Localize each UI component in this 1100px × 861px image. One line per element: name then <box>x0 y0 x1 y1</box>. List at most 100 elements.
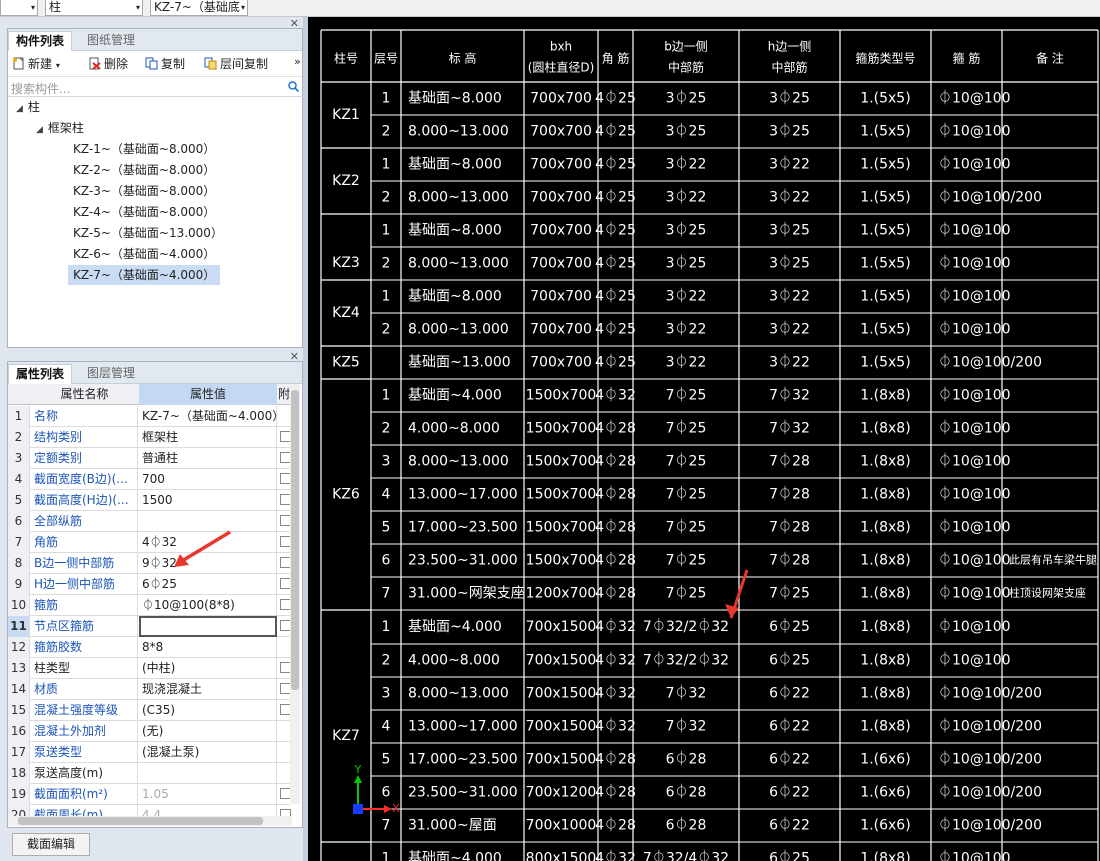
property-row[interactable]: 18 泵送高度(m) <box>8 763 290 784</box>
property-value[interactable] <box>139 763 277 784</box>
table-cell: 7⏀32 <box>666 685 707 702</box>
table-cell: ⏀10@100 <box>938 123 1011 140</box>
property-value[interactable]: 1500 <box>139 490 277 511</box>
property-row[interactable]: 4 截面宽度(B边)(... 700 <box>8 469 291 490</box>
table-cell: 7⏀25 <box>666 552 707 569</box>
property-value[interactable]: 8*8 <box>139 637 277 658</box>
property-row[interactable]: 9 H边一侧中部筋 6⏀25 <box>8 574 291 595</box>
property-row[interactable]: 16 混凝土外加剂 (无) <box>8 721 290 742</box>
table-cell: 4 <box>382 719 391 735</box>
property-row[interactable]: 13 柱类型 (中柱) <box>8 658 291 679</box>
table-cell: 4⏀32 <box>595 850 636 861</box>
property-value[interactable] <box>139 616 277 637</box>
property-value[interactable]: KZ-7~（基础面~4.000） <box>139 406 277 427</box>
property-row[interactable]: 3 定额类别 普通柱 <box>8 448 291 469</box>
header-property-name: 属性名称 <box>60 387 109 401</box>
search-icon[interactable] <box>288 81 299 92</box>
collapse-triangle-icon[interactable]: ◢ <box>16 99 23 119</box>
tree-item[interactable]: KZ-3~（基础面~8.000） <box>73 181 215 201</box>
property-value[interactable]: 框架柱 <box>139 427 277 448</box>
floor-copy-button[interactable]: 层间复制 <box>204 55 268 72</box>
table-cell: 5 <box>382 520 391 536</box>
table-cell: 4⏀28 <box>595 453 636 470</box>
tree-item[interactable]: KZ-4~（基础面~8.000） <box>73 202 215 222</box>
table-cell: 700x700 <box>530 124 592 140</box>
table-cell: 1500x700 <box>526 421 597 437</box>
table-cell: 1 <box>382 157 391 173</box>
property-row[interactable]: 17 泵送类型 (混凝土泵) <box>8 742 290 763</box>
table-cell: 柱顶设网架支座 <box>1009 586 1086 600</box>
table-cell: 4⏀32 <box>595 387 636 404</box>
table-cell: 7⏀25 <box>666 585 707 602</box>
table-cell: 1.(5x5) <box>860 91 910 107</box>
table-cell: 1200x700 <box>526 586 597 602</box>
table-header-cell: 箍筋类型号 <box>855 51 915 66</box>
floor-combo[interactable]: ▾ <box>0 0 38 16</box>
more-tools-button[interactable]: » <box>294 55 301 68</box>
cad-drawing-canvas[interactable]: 柱号 层号 标 高 bxh (圆柱直径D) 角 筋 b边一侧 中部筋 h边一侧 中部筋 箍筋类型号 箍… <box>308 17 1100 861</box>
property-row[interactable]: 12 箍筋胶数 8*8 <box>8 637 290 658</box>
property-row[interactable]: 14 材质 现浇混凝土 <box>8 679 291 700</box>
table-cell: ⏀10@100/200 <box>938 817 1042 834</box>
property-value[interactable]: 普通柱 <box>139 448 277 469</box>
tree-item[interactable]: KZ-2~（基础面~8.000） <box>73 160 215 180</box>
tree-node-column[interactable]: ◢ 柱 <box>16 97 40 117</box>
property-scrollbar[interactable] <box>290 384 300 804</box>
property-value[interactable]: 现浇混凝土 <box>139 679 277 700</box>
property-row[interactable]: 15 混凝土强度等级 (C35) <box>8 700 291 721</box>
tab-property-list[interactable]: 属性列表 <box>8 364 73 384</box>
tab-drawing-manage[interactable]: 图纸管理 <box>80 31 142 51</box>
tree-item[interactable]: KZ-5~（基础面~13.000） <box>73 223 223 243</box>
property-row[interactable]: 10 箍筋 ⏀10@100(8*8) <box>8 595 291 616</box>
copy-button[interactable]: 复制 <box>145 55 185 72</box>
property-value[interactable]: 6⏀25 <box>139 574 277 595</box>
search-box[interactable]: 搜索构件... <box>8 78 304 97</box>
property-row[interactable]: 6 全部纵筋 <box>8 511 291 532</box>
property-name: 泵送类型 <box>31 742 138 763</box>
table-cell: 800x1500 <box>526 851 597 861</box>
property-value[interactable]: 1.05 <box>139 784 277 805</box>
property-value[interactable]: (C35) <box>139 700 277 721</box>
property-value[interactable]: (混凝土泵) <box>139 742 277 763</box>
tree-node-frame-column[interactable]: ◢ 框架柱 <box>36 118 84 138</box>
property-value[interactable]: 700 <box>139 469 277 490</box>
table-cell: 1500x700 <box>526 553 597 569</box>
element-type-combo[interactable]: 柱 ▾ <box>45 0 143 16</box>
tree-item[interactable]: KZ-1~（基础面~8.000） <box>73 139 215 159</box>
property-row[interactable]: 5 截面高度(H边)(... 1500 <box>8 490 291 511</box>
property-row[interactable]: 8 B边一侧中部筋 9⏀32 <box>8 553 291 574</box>
copy-icon <box>145 57 158 70</box>
scroll-thumb[interactable] <box>18 817 263 825</box>
tree-item[interactable]: KZ-6~（基础面~4.000） <box>73 244 215 264</box>
column-id-label: KZ5 <box>332 355 360 371</box>
property-row[interactable]: 19 截面面积(m²) 1.05 <box>8 784 291 805</box>
table-cell: 700x1500 <box>526 719 597 735</box>
table-cell: 4⏀25 <box>595 354 636 371</box>
chevron-down-icon: ▾ <box>30 3 35 12</box>
new-button[interactable]: 新建 ▾ <box>12 55 60 72</box>
table-cell: 1.(8x8) <box>860 553 910 569</box>
table-cell: 3⏀22 <box>769 321 810 338</box>
property-value[interactable]: ⏀10@100(8*8) <box>139 595 277 616</box>
table-cell: 700x700 <box>530 256 592 272</box>
property-hscrollbar[interactable] <box>8 816 292 826</box>
tab-component-list[interactable]: 构件列表 <box>8 31 73 51</box>
table-cell: ⏀10@100 <box>938 585 1011 602</box>
delete-button[interactable]: 删除 <box>88 55 128 72</box>
property-row[interactable]: 1 名称 KZ-7~（基础面~4.000） <box>8 406 290 427</box>
table-cell: 1.(5x5) <box>860 157 910 173</box>
property-row[interactable]: 7 角筋 4⏀32 <box>8 532 291 553</box>
property-row[interactable]: 2 结构类别 框架柱 <box>8 427 291 448</box>
tab-layer-manage[interactable]: 图层管理 <box>80 364 142 384</box>
scroll-thumb[interactable] <box>291 390 299 690</box>
section-edit-button[interactable]: 截面编辑 <box>12 833 90 856</box>
table-cell: 7⏀25 <box>666 486 707 503</box>
component-combo[interactable]: KZ-7~（基础底 ▾ <box>150 0 248 16</box>
property-value[interactable]: (无) <box>139 721 277 742</box>
property-row[interactable]: 11 节点区箍筋 <box>8 616 291 637</box>
row-number: 14 <box>8 679 30 700</box>
collapse-triangle-icon[interactable]: ◢ <box>36 120 43 140</box>
row-number: 7 <box>8 532 30 553</box>
property-value[interactable]: (中柱) <box>139 658 277 679</box>
tree-item-selected[interactable]: KZ-7~（基础面~4.000） <box>68 265 221 285</box>
